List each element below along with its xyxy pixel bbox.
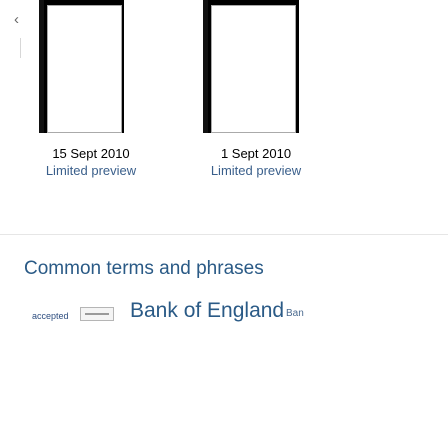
book-date: 15 Sept 2010: [52, 146, 130, 161]
term-link[interactable]: Bank of England: [130, 299, 284, 323]
book-date: 1 Sept 2010: [220, 146, 292, 161]
previous-arrow-icon[interactable]: ‹: [14, 12, 19, 27]
book-spine: [39, 0, 44, 133]
book-preview-link[interactable]: Limited preview: [196, 162, 316, 179]
common-terms-heading: Common terms and phrases: [24, 258, 264, 279]
book-spine: [203, 0, 208, 133]
term-link[interactable]: Ban: [286, 308, 304, 319]
book-cover-image: [211, 5, 296, 133]
book-results-panel: ‹ 15 Sept 2010 Limited preview 1 Sept 20…: [0, 0, 448, 235]
book-meta-1: 15 Sept 2010 Limited preview: [26, 145, 156, 179]
book-cover-1[interactable]: [39, 0, 124, 133]
book-cover-2[interactable]: [203, 0, 299, 133]
book-preview-link[interactable]: Limited preview: [26, 162, 156, 179]
carousel-divider: [20, 38, 21, 58]
book-cover-image: [47, 5, 122, 133]
term-thumbnail-icon: [80, 307, 114, 321]
term-link[interactable]: accepted: [32, 311, 69, 321]
book-meta-2: 1 Sept 2010 Limited preview: [196, 145, 316, 179]
